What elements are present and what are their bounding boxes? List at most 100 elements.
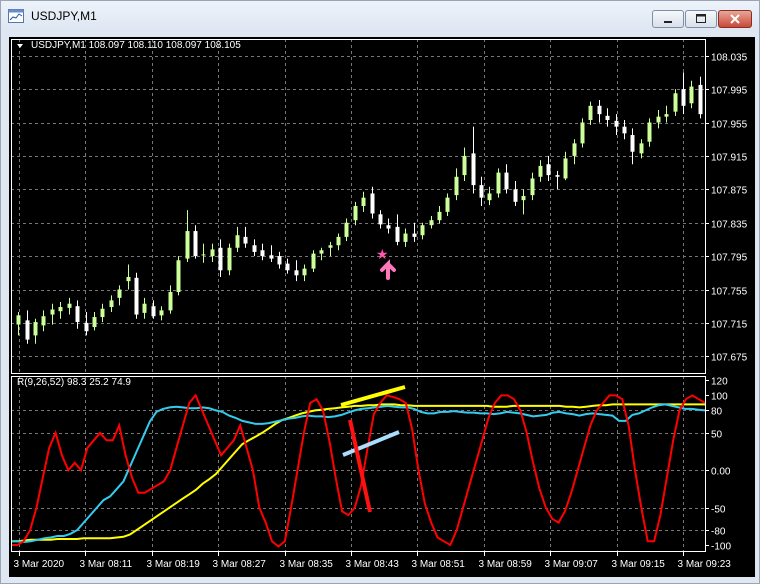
candle xyxy=(126,264,131,290)
indicator-panel-info: R(9,26,52) 98.3 25.2 74.9 xyxy=(17,377,131,388)
maximize-icon xyxy=(696,14,706,23)
minimize-icon xyxy=(664,21,672,23)
candle xyxy=(538,160,543,182)
chart-window: USDJPY,M1 ★ USDJPY,M1 108.097 108.110 10… xyxy=(0,0,760,584)
price-panel-info: USDJPY,M1 108.097 108.110 108.097 108.10… xyxy=(31,40,241,51)
chart-window-icon xyxy=(8,9,24,23)
candle xyxy=(622,119,627,140)
time-axis-label: 3 Mar 09:15 xyxy=(612,559,666,570)
candle xyxy=(353,201,358,226)
candle xyxy=(698,76,703,119)
time-axis-label: 3 Mar 08:43 xyxy=(346,559,400,570)
candle xyxy=(294,260,299,282)
candle xyxy=(50,303,55,325)
dropdown-triangle-icon[interactable] xyxy=(17,44,23,48)
candle xyxy=(336,233,341,251)
title-bar[interactable]: USDJPY,M1 xyxy=(1,1,759,31)
candle xyxy=(563,151,568,181)
candle xyxy=(168,285,173,314)
candle xyxy=(361,191,366,212)
candle xyxy=(25,310,30,344)
close-icon xyxy=(730,14,740,24)
candle xyxy=(159,306,164,321)
indicator-axis-label: 50 xyxy=(711,430,723,441)
candle xyxy=(218,239,223,277)
candle xyxy=(260,243,265,261)
candle xyxy=(420,222,425,240)
time-axis-label: 3 Mar 2020 xyxy=(14,559,65,570)
candle xyxy=(100,303,105,323)
candle xyxy=(252,239,257,257)
candle xyxy=(269,245,274,262)
maximize-button[interactable] xyxy=(685,10,717,28)
candle xyxy=(580,118,585,148)
candle xyxy=(462,147,467,181)
candle xyxy=(673,89,678,116)
price-axis-label: 107.995 xyxy=(711,86,748,97)
candle xyxy=(302,264,307,282)
candle xyxy=(235,226,240,252)
time-axis-label: 3 Mar 08:19 xyxy=(147,559,201,570)
candle xyxy=(521,189,526,215)
time-axis-label: 3 Mar 08:27 xyxy=(213,559,267,570)
chart-canvas[interactable]: ★ USDJPY,M1 108.097 108.110 108.097 108.… xyxy=(9,37,755,577)
candle xyxy=(185,210,190,262)
candle xyxy=(437,206,442,224)
candle xyxy=(487,186,492,206)
buy-arrow-icon[interactable] xyxy=(380,259,396,280)
candle xyxy=(92,312,97,331)
time-axis-label: 3 Mar 08:35 xyxy=(280,559,334,570)
time-axis-label: 3 Mar 08:59 xyxy=(479,559,533,570)
price-axis-label: 107.915 xyxy=(711,153,748,164)
candle xyxy=(243,226,248,248)
candle xyxy=(176,256,181,296)
candle xyxy=(16,312,21,336)
candle xyxy=(227,243,232,276)
indicator-axis-label: 120 xyxy=(711,377,728,388)
candle xyxy=(58,302,63,319)
indicator-axis-label: -80 xyxy=(711,527,726,538)
candle xyxy=(471,126,476,194)
time-axis-label: 3 Mar 09:07 xyxy=(545,559,599,570)
user-drawings[interactable]: ★ xyxy=(340,247,406,513)
trendline-yellow[interactable] xyxy=(340,385,406,407)
candle xyxy=(210,243,215,262)
price-axis-label: 107.795 xyxy=(711,253,748,264)
time-axis-label: 3 Mar 08:11 xyxy=(80,559,133,570)
candle xyxy=(75,300,80,329)
candle xyxy=(277,251,282,269)
candle xyxy=(67,297,72,315)
candle xyxy=(664,105,669,123)
candle xyxy=(33,318,38,344)
candle xyxy=(454,168,459,201)
indicator-axis-label: -100 xyxy=(711,542,731,553)
candle xyxy=(504,164,509,194)
candle xyxy=(445,193,450,217)
candle xyxy=(311,250,316,272)
time-axis-label: 3 Mar 08:51 xyxy=(412,559,466,570)
candle xyxy=(530,172,535,201)
candle xyxy=(588,101,593,126)
candle xyxy=(109,295,114,313)
minimize-button[interactable] xyxy=(652,10,684,28)
candle xyxy=(319,247,324,261)
candle xyxy=(513,180,518,206)
price-axis-label: 107.755 xyxy=(711,287,748,298)
price-candles xyxy=(16,72,703,344)
candle xyxy=(479,176,484,206)
chart-area[interactable]: ★ USDJPY,M1 108.097 108.110 108.097 108.… xyxy=(9,37,755,577)
price-axis-label: 107.835 xyxy=(711,220,748,231)
indicator-axis-label: 80 xyxy=(711,407,723,418)
candle xyxy=(412,222,417,242)
candle xyxy=(597,99,602,123)
candle xyxy=(142,297,147,319)
chart-grid xyxy=(11,39,705,551)
candle xyxy=(656,109,661,129)
candle xyxy=(201,243,206,263)
candle xyxy=(285,258,290,274)
candle xyxy=(572,139,577,165)
close-button[interactable] xyxy=(718,10,752,28)
candle xyxy=(429,216,434,229)
candle xyxy=(403,228,408,247)
time-axis-label: 3 Mar 09:23 xyxy=(678,559,732,570)
